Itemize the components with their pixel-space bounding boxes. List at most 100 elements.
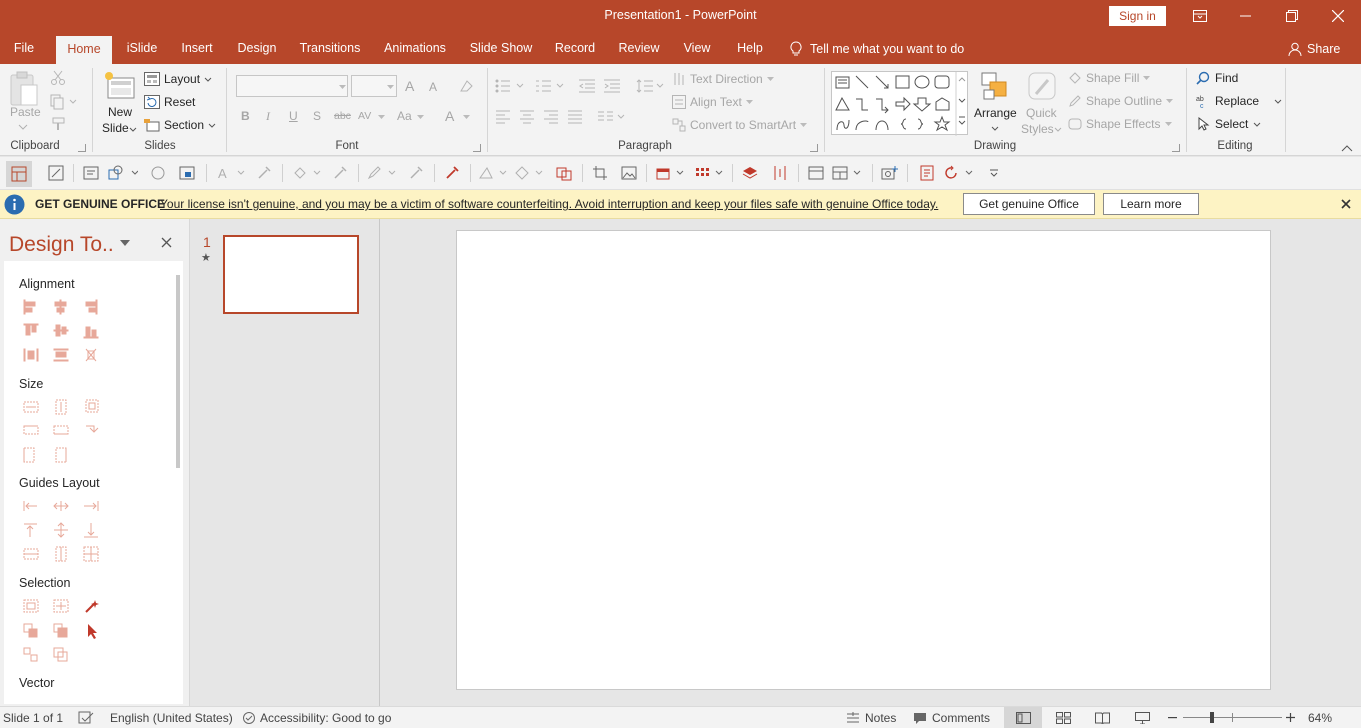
- align-left-icon[interactable]: [495, 110, 511, 124]
- tab-transitions[interactable]: Transitions: [296, 33, 364, 64]
- select-button[interactable]: Select: [1196, 116, 1261, 132]
- get-genuine-office-button[interactable]: Get genuine Office: [963, 193, 1095, 215]
- bullets-icon[interactable]: [495, 78, 525, 94]
- toolbar-icon-24[interactable]: [881, 164, 899, 182]
- toolbar-icon-15[interactable]: [555, 164, 573, 182]
- minimize-button[interactable]: [1223, 0, 1269, 31]
- toolbar-icon-17[interactable]: [620, 164, 638, 182]
- toolbar-icon-14[interactable]: [514, 164, 544, 182]
- strikethrough-button[interactable]: abc: [334, 110, 351, 122]
- font-color-button[interactable]: A: [445, 108, 454, 124]
- arrange-button[interactable]: [978, 70, 1012, 104]
- bold-button[interactable]: B: [241, 109, 250, 123]
- format-painter-icon[interactable]: [50, 116, 66, 132]
- toolbar-icon-23[interactable]: [832, 164, 862, 182]
- decrease-indent-icon[interactable]: [578, 78, 596, 94]
- cut-icon[interactable]: [50, 70, 66, 86]
- section-button[interactable]: Section: [144, 116, 216, 134]
- toolbar-icon-3[interactable]: [108, 164, 138, 182]
- underline-button[interactable]: U: [289, 109, 298, 123]
- replace-button[interactable]: ab c Replace: [1196, 93, 1282, 109]
- tell-me-search[interactable]: Tell me what you want to do: [790, 33, 964, 64]
- columns-icon[interactable]: [597, 110, 627, 124]
- change-case-button[interactable]: Aa: [397, 109, 412, 123]
- toolbar-icon-8[interactable]: [292, 164, 322, 182]
- reset-button[interactable]: Reset: [144, 93, 195, 111]
- accessibility-status[interactable]: Accessibility: Good to go: [242, 711, 391, 725]
- reading-view-icon[interactable]: [1095, 712, 1110, 724]
- tab-islide[interactable]: iSlide: [120, 33, 164, 64]
- font-size-combo[interactable]: [351, 75, 397, 97]
- shape-outline-button[interactable]: Shape Outline: [1068, 93, 1174, 109]
- zoom-in-icon[interactable]: [1286, 713, 1295, 722]
- share-button[interactable]: Share: [1288, 33, 1340, 64]
- toolbar-icon-11[interactable]: [407, 164, 425, 182]
- toolbar-icon-2[interactable]: [82, 164, 100, 182]
- clear-formatting-icon[interactable]: [458, 78, 474, 94]
- increase-indent-icon[interactable]: [603, 78, 621, 94]
- font-launcher[interactable]: [473, 144, 481, 152]
- character-spacing-button[interactable]: AV: [358, 110, 371, 122]
- line-spacing-icon[interactable]: [636, 78, 664, 94]
- tab-slide-show[interactable]: Slide Show: [466, 33, 536, 64]
- italic-button[interactable]: I: [266, 109, 270, 124]
- copy-icon[interactable]: [50, 94, 78, 110]
- restore-button[interactable]: [1269, 0, 1315, 31]
- learn-more-button[interactable]: Learn more: [1103, 193, 1199, 215]
- tab-review[interactable]: Review: [614, 33, 664, 64]
- toolbar-icon-19[interactable]: [694, 164, 724, 182]
- shape-effects-button[interactable]: Shape Effects: [1068, 116, 1172, 132]
- font-name-combo[interactable]: [236, 75, 348, 97]
- pane-scrollbar[interactable]: [176, 275, 180, 468]
- paste-dropdown-icon[interactable]: [18, 124, 28, 130]
- close-icon[interactable]: [1341, 199, 1351, 209]
- layout-button[interactable]: Layout: [144, 70, 212, 88]
- toolbar-overflow[interactable]: [985, 164, 1003, 182]
- tab-design[interactable]: Design: [232, 33, 282, 64]
- zoom-slider-thumb[interactable]: [1210, 712, 1214, 723]
- toolbar-icon-7[interactable]: [255, 164, 273, 182]
- numbering-icon[interactable]: [535, 78, 565, 94]
- toolbar-icon-4[interactable]: [149, 164, 167, 182]
- clipboard-launcher[interactable]: [78, 144, 86, 152]
- drawing-launcher[interactable]: [1172, 144, 1180, 152]
- toolbar-icon-9[interactable]: [331, 164, 349, 182]
- collapse-ribbon-icon[interactable]: [1341, 144, 1353, 152]
- toolbar-icon-16[interactable]: [591, 164, 609, 182]
- new-slide-button[interactable]: [102, 70, 138, 106]
- find-button[interactable]: Find: [1196, 70, 1238, 86]
- new-slide-dropdown-icon[interactable]: [129, 127, 137, 132]
- paragraph-launcher[interactable]: [810, 144, 818, 152]
- language[interactable]: English (United States): [110, 711, 233, 725]
- toolbar-icon-22[interactable]: [807, 164, 825, 182]
- notes-button[interactable]: Notes: [846, 711, 896, 725]
- design-tools-toggle[interactable]: [6, 161, 32, 187]
- pane-options-icon[interactable]: [120, 240, 130, 246]
- notice-message-link[interactable]: Your license isn't genuine, and you may …: [160, 197, 938, 211]
- shape-fill-button[interactable]: Shape Fill: [1068, 70, 1151, 86]
- quick-styles-button[interactable]: [1026, 70, 1060, 104]
- toolbar-icon-6[interactable]: A: [216, 164, 246, 182]
- normal-view-button[interactable]: [1004, 707, 1042, 728]
- shapes-gallery[interactable]: [831, 71, 968, 136]
- close-window-button[interactable]: [1315, 0, 1361, 31]
- tab-animations[interactable]: Animations: [378, 33, 452, 64]
- justify-icon[interactable]: [567, 110, 583, 124]
- spelling-icon[interactable]: [78, 711, 94, 724]
- tab-record[interactable]: Record: [550, 33, 600, 64]
- toolbar-icon-21[interactable]: [771, 164, 789, 182]
- toolbar-icon-25[interactable]: [918, 164, 936, 182]
- toolbar-icon-18[interactable]: [655, 164, 685, 182]
- tab-help[interactable]: Help: [730, 33, 770, 64]
- text-direction-button[interactable]: Text Direction: [672, 71, 774, 87]
- toolbar-icon-26[interactable]: [944, 164, 974, 182]
- toolbar-icon-1[interactable]: [47, 164, 65, 182]
- comments-button[interactable]: Comments: [913, 711, 990, 725]
- text-shadow-button[interactable]: S: [313, 109, 321, 123]
- zoom-out-icon[interactable]: [1168, 717, 1177, 719]
- align-text-button[interactable]: Align Text: [672, 94, 753, 110]
- grow-font-button[interactable]: A: [405, 78, 414, 94]
- toolbar-icon-13[interactable]: [478, 164, 508, 182]
- toolbar-icon-10[interactable]: [367, 164, 397, 182]
- toolbar-icon-5[interactable]: [178, 164, 196, 182]
